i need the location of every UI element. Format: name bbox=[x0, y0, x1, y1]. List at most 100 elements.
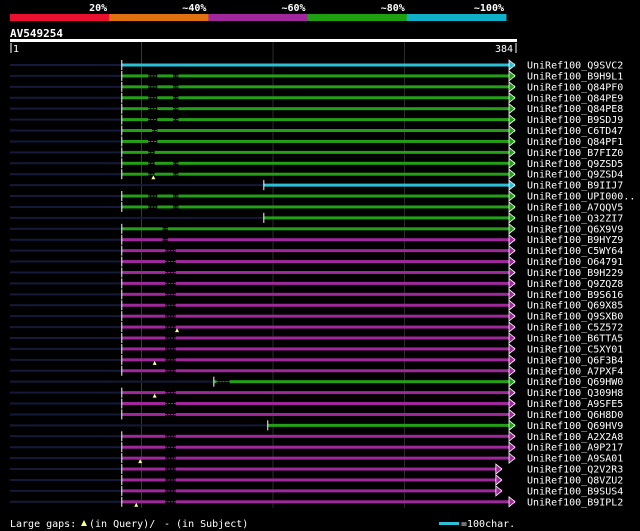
hit-label[interactable]: UniRef100_A2X2A8 bbox=[527, 432, 623, 443]
hit-label[interactable]: UniRef100_O64791 bbox=[527, 257, 623, 268]
hit-label[interactable]: UniRef100_Q69X85 bbox=[527, 301, 623, 312]
hit-row[interactable]: UniRef100_A2X2A8 bbox=[10, 430, 623, 443]
hit-segment bbox=[167, 238, 515, 242]
hit-label[interactable]: UniRef100_B9SUS4 bbox=[527, 486, 623, 497]
hit-row[interactable]: UniRef100_B7FIZ0 bbox=[10, 146, 623, 159]
hit-row[interactable]: UniRef100_B9S616 bbox=[10, 288, 623, 301]
hit-label[interactable]: UniRef100_B9H9L1 bbox=[527, 71, 623, 82]
hit-segment bbox=[121, 249, 166, 253]
hit-segment bbox=[121, 129, 153, 133]
hit-row[interactable]: UniRef100_A9SFE5 bbox=[10, 397, 623, 411]
hit-segment bbox=[121, 63, 516, 67]
hit-segment bbox=[157, 118, 174, 122]
hit-label[interactable]: UniRef100_UPI000.. bbox=[527, 192, 635, 203]
hit-label[interactable]: UniRef100_B9S616 bbox=[527, 290, 623, 301]
hit-label[interactable]: UniRef100_C5Z572 bbox=[527, 323, 623, 334]
hit-row[interactable]: UniRef100_Q9ZQZ8 bbox=[10, 277, 623, 290]
hit-row[interactable]: UniRef100_UPI000.. bbox=[10, 190, 635, 203]
hit-label[interactable]: UniRef100_Q84PF0 bbox=[527, 82, 623, 93]
hit-row[interactable]: UniRef100_A9P217 bbox=[10, 441, 623, 454]
hit-row[interactable]: UniRef100_B9IPL2 bbox=[10, 495, 623, 509]
hit-label[interactable]: UniRef100_A7QQV5 bbox=[527, 202, 623, 213]
hit-segment bbox=[121, 347, 166, 351]
hit-row[interactable]: UniRef100_Q2V2R3 bbox=[10, 463, 623, 476]
hit-row[interactable]: UniRef100_Q84PF0 bbox=[10, 80, 623, 94]
hit-row[interactable]: UniRef100_A7PXF4 bbox=[10, 364, 623, 378]
hit-segment bbox=[175, 412, 515, 416]
hit-label[interactable]: UniRef100_C5XY01 bbox=[527, 344, 623, 355]
hit-row[interactable]: UniRef100_Q9SVC2 bbox=[10, 59, 623, 72]
hit-label[interactable]: UniRef100_B6TTA5 bbox=[527, 334, 623, 345]
hit-segment bbox=[263, 183, 515, 187]
hit-row[interactable]: UniRef100_C5WY64 bbox=[10, 244, 623, 258]
hit-label[interactable]: UniRef100_B9SDJ9 bbox=[527, 115, 623, 126]
hit-label[interactable]: UniRef100_Q9SXB0 bbox=[527, 312, 623, 323]
hit-row[interactable]: UniRef100_Q84PF1 bbox=[10, 135, 623, 148]
hit-row[interactable]: UniRef100_Q309H8 bbox=[10, 386, 623, 400]
hit-row[interactable]: UniRef100_A9SA01 bbox=[10, 452, 623, 465]
legend-label: 20% bbox=[89, 3, 107, 14]
hit-label[interactable]: UniRef100_A9SA01 bbox=[527, 454, 623, 465]
hit-row[interactable]: UniRef100_B9HYZ9 bbox=[10, 233, 623, 247]
hit-label[interactable]: UniRef100_Q9SVC2 bbox=[527, 61, 623, 72]
hit-row[interactable]: UniRef100_Q32ZI7 bbox=[10, 212, 623, 225]
hit-label[interactable]: UniRef100_A9P217 bbox=[527, 443, 623, 454]
hit-row[interactable]: UniRef100_C6TD47 bbox=[10, 124, 623, 138]
hit-row[interactable]: UniRef100_B9H229 bbox=[10, 266, 623, 279]
hit-row[interactable]: UniRef100_Q8VZU2 bbox=[10, 474, 623, 487]
hit-segment bbox=[175, 434, 515, 438]
hit-label[interactable]: UniRef100_Q309H8 bbox=[527, 388, 623, 399]
hit-row[interactable]: UniRef100_Q84PE9 bbox=[10, 91, 623, 105]
hit-segment bbox=[121, 336, 166, 340]
hit-row[interactable]: UniRef100_B9H9L1 bbox=[10, 70, 623, 83]
hit-row[interactable]: UniRef100_Q9ZSD4 bbox=[10, 168, 623, 181]
hit-label[interactable]: UniRef100_Q6H8D0 bbox=[527, 410, 623, 421]
hit-label[interactable]: UniRef100_Q2V2R3 bbox=[527, 465, 623, 476]
hit-label[interactable]: UniRef100_Q84PF1 bbox=[527, 137, 623, 148]
hit-row[interactable]: UniRef100_Q6F3B4 bbox=[10, 353, 623, 367]
hit-segment bbox=[157, 129, 515, 133]
hit-row[interactable]: UniRef100_Q9SXB0 bbox=[10, 310, 623, 323]
hit-segment bbox=[175, 303, 515, 307]
hit-label[interactable]: UniRef100_Q32ZI7 bbox=[527, 213, 623, 224]
hit-row[interactable]: UniRef100_C5Z572 bbox=[10, 321, 623, 334]
hit-row[interactable]: UniRef100_B9SDJ9 bbox=[10, 113, 623, 127]
hit-row[interactable]: UniRef100_Q69HW0 bbox=[10, 375, 623, 389]
hit-label[interactable]: UniRef100_B9IIJ7 bbox=[527, 181, 623, 192]
hit-label[interactable]: UniRef100_B7FIZ0 bbox=[527, 148, 623, 159]
hit-label[interactable]: UniRef100_Q9ZSD4 bbox=[527, 170, 623, 181]
hit-list: UniRef100_Q9SVC2UniRef100_B9H9L1UniRef10… bbox=[10, 59, 635, 509]
hit-label[interactable]: UniRef100_Q69HW0 bbox=[527, 377, 623, 388]
hit-label[interactable]: UniRef100_A7PXF4 bbox=[527, 366, 623, 377]
hit-row[interactable]: UniRef100_Q6X9V9 bbox=[10, 222, 623, 236]
hit-row[interactable]: UniRef100_B6TTA5 bbox=[10, 332, 623, 345]
hit-row[interactable]: UniRef100_B9SUS4 bbox=[10, 485, 623, 498]
hit-label[interactable]: UniRef100_Q84PE8 bbox=[527, 104, 623, 115]
hit-segment bbox=[121, 314, 166, 318]
query-id: AV549254 bbox=[10, 27, 63, 40]
hit-row[interactable]: UniRef100_Q84PE8 bbox=[10, 102, 623, 116]
hit-segment bbox=[121, 161, 149, 165]
hit-row[interactable]: UniRef100_Q9ZSD5 bbox=[10, 157, 623, 170]
hit-label[interactable]: UniRef100_Q6X9V9 bbox=[527, 224, 623, 235]
hit-row[interactable]: UniRef100_B9IIJ7 bbox=[10, 179, 623, 192]
hit-label[interactable]: UniRef100_Q69HV9 bbox=[527, 421, 623, 432]
hit-label[interactable]: UniRef100_B9IPL2 bbox=[527, 497, 623, 508]
hit-label[interactable]: UniRef100_Q8VZU2 bbox=[527, 475, 623, 486]
hit-label[interactable]: UniRef100_C6TD47 bbox=[527, 126, 623, 137]
hit-label[interactable]: UniRef100_Q9ZQZ8 bbox=[527, 279, 623, 290]
hit-label[interactable]: UniRef100_A9SFE5 bbox=[527, 399, 623, 410]
hit-label[interactable]: UniRef100_Q6F3B4 bbox=[527, 355, 623, 366]
hit-row[interactable]: UniRef100_O64791 bbox=[10, 255, 623, 269]
hit-segment bbox=[121, 281, 166, 285]
hit-label[interactable]: UniRef100_C5WY64 bbox=[527, 246, 623, 257]
hit-label[interactable]: UniRef100_B9HYZ9 bbox=[527, 235, 623, 246]
hit-row[interactable]: UniRef100_Q69HV9 bbox=[10, 419, 623, 432]
hit-row[interactable]: UniRef100_C5XY01 bbox=[10, 343, 623, 356]
hit-row[interactable]: UniRef100_Q69X85 bbox=[10, 299, 623, 312]
hit-label[interactable]: UniRef100_B9H229 bbox=[527, 268, 623, 279]
hit-row[interactable]: UniRef100_Q6H8D0 bbox=[10, 408, 623, 421]
hit-row[interactable]: UniRef100_A7QQV5 bbox=[10, 201, 623, 214]
hit-label[interactable]: UniRef100_Q9ZSD5 bbox=[527, 159, 623, 170]
hit-label[interactable]: UniRef100_Q84PE9 bbox=[527, 93, 623, 104]
